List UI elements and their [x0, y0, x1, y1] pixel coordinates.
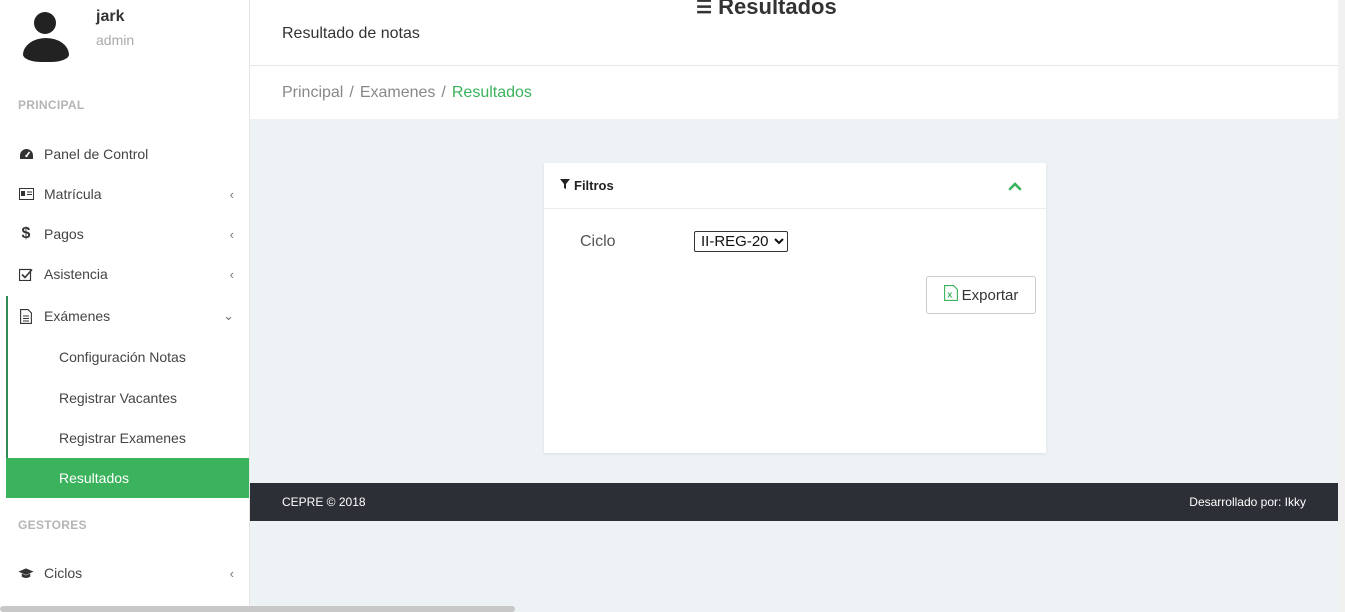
- filters-card: Filtros Ciclo II-REG-20 x Exportar: [544, 163, 1046, 453]
- graduation-cap-icon: [18, 565, 34, 581]
- sidebar-subitem-configuracion-notas[interactable]: Configuración Notas: [6, 337, 249, 377]
- chevron-left-icon: ‹: [229, 565, 234, 581]
- chevron-up-icon: [1008, 182, 1022, 191]
- footer-credits: Desarrollado por: Ikky: [1189, 495, 1306, 509]
- breadcrumb-item-examenes[interactable]: Examenes: [360, 84, 436, 102]
- chevron-left-icon: ‹: [229, 266, 234, 282]
- sidebar-item-label: Exámenes: [44, 308, 111, 324]
- sidebar-subitem-registrar-vacantes[interactable]: Registrar Vacantes: [6, 378, 249, 418]
- page-title-text: Resultados: [718, 0, 837, 19]
- filters-title-text: Filtros: [574, 178, 614, 193]
- check-square-icon: [18, 266, 34, 282]
- sidebar-item-label: Pagos: [44, 226, 84, 242]
- id-card-icon: [18, 186, 34, 202]
- section-title-gestores: GESTORES: [18, 518, 87, 532]
- avatar: [18, 8, 74, 64]
- chevron-left-icon: ‹: [229, 186, 234, 202]
- dollar-icon: $: [21, 225, 31, 242]
- export-button-label: Exportar: [961, 286, 1019, 304]
- sidebar-subitem-registrar-examenes[interactable]: Registrar Examenes: [6, 418, 249, 458]
- sidebar-item-ciclos[interactable]: Ciclos ‹: [0, 553, 249, 593]
- breadcrumb: Principal / Examenes / Resultados: [250, 67, 1345, 119]
- sidebar-subitem-label: Registrar Vacantes: [59, 390, 178, 406]
- breadcrumb-item-current: Resultados: [451, 84, 532, 101]
- section-title-principal: PRINCIPAL: [18, 98, 85, 112]
- user-role: admin: [96, 32, 135, 48]
- collapse-toggle[interactable]: [1006, 177, 1024, 195]
- sidebar-item-label: Asistencia: [44, 266, 108, 282]
- chevron-down-icon: ⌄: [223, 308, 234, 323]
- footer: CEPRE © 2018 Desarrollado por: Ikky: [250, 483, 1338, 521]
- sidebar-subitem-label: Configuración Notas: [59, 349, 186, 365]
- sidebar-item-asistencia[interactable]: Asistencia ‹: [0, 254, 249, 294]
- sidebar-item-matricula[interactable]: Matrícula ‹: [0, 174, 249, 214]
- sidebar-item-pagos[interactable]: $ Pagos ‹: [0, 214, 249, 254]
- breadcrumb-separator: /: [349, 84, 354, 101]
- header-subtitle: Resultado de notas: [282, 25, 420, 42]
- top-header: Resultado de notas ☰ Resultados: [250, 0, 1345, 66]
- export-button[interactable]: x Exportar: [926, 276, 1036, 314]
- file-text-icon: [18, 308, 34, 324]
- chevron-left-icon: ‹: [229, 226, 234, 242]
- filter-icon: [560, 179, 570, 192]
- sidebar-item-label: Matrícula: [44, 186, 102, 202]
- horizontal-scrollbar[interactable]: [0, 606, 515, 612]
- breadcrumb-separator: /: [441, 84, 446, 101]
- sidebar: jark admin PRINCIPAL Panel de Control Ma…: [0, 0, 250, 612]
- user-name: jark: [96, 8, 125, 25]
- svg-text:x: x: [947, 290, 952, 300]
- sidebar-item-label: Panel de Control: [44, 146, 149, 162]
- footer-copyright: CEPRE © 2018: [282, 495, 366, 509]
- filters-title: Filtros: [560, 178, 614, 193]
- page-title: ☰ Resultados: [696, 0, 837, 20]
- ciclo-select[interactable]: II-REG-20: [694, 231, 788, 252]
- breadcrumb-item-principal[interactable]: Principal: [282, 84, 343, 102]
- excel-file-icon: x: [943, 285, 958, 305]
- user-panel: jark admin: [0, 0, 249, 72]
- sidebar-subitem-label: Resultados: [59, 470, 130, 486]
- sidebar-subitem-resultados[interactable]: Resultados: [6, 458, 249, 498]
- vertical-scrollbar-track[interactable]: [1338, 0, 1345, 612]
- filters-card-header: Filtros: [544, 163, 1046, 209]
- list-icon: ☰: [696, 0, 713, 17]
- sidebar-subitem-label: Registrar Examenes: [59, 430, 186, 446]
- sidebar-item-panel-control[interactable]: Panel de Control: [0, 134, 249, 174]
- ciclo-label: Ciclo: [580, 233, 616, 250]
- sidebar-item-examenes[interactable]: Exámenes ⌄: [0, 296, 249, 336]
- dashboard-icon: [18, 146, 34, 162]
- main-content: Filtros Ciclo II-REG-20 x Exportar: [250, 119, 1338, 612]
- sidebar-item-label: Ciclos: [44, 565, 83, 581]
